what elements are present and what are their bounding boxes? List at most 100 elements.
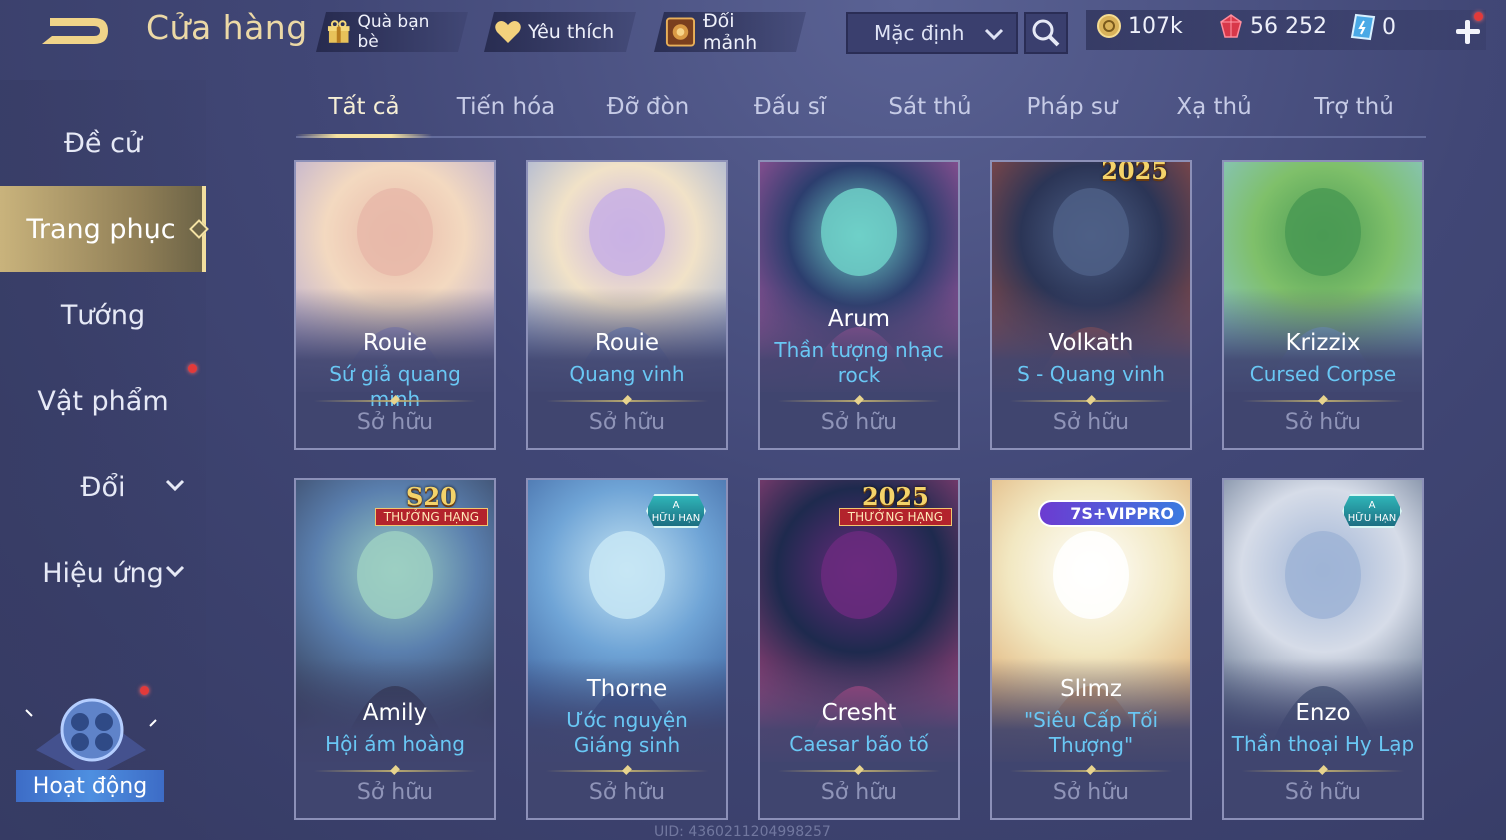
sidebar-item-items[interactable]: Vật phẩm (0, 358, 206, 444)
sidebar-item-recommended[interactable]: Đề cử (0, 100, 206, 186)
sidebar-item-heroes[interactable]: Tướng (0, 272, 206, 358)
skin-name: Thần tượng nhạc rock (774, 338, 944, 387)
sidebar-item-label: Đề cử (63, 127, 143, 159)
card-divider (546, 770, 708, 772)
gold-coin-icon (1097, 14, 1121, 38)
gold-amount: 107k (1128, 13, 1183, 39)
skin-name: "Siêu Cấp Tối Thượng" (1023, 708, 1159, 757)
badge-grade: A (1368, 500, 1376, 511)
card-divider (1010, 400, 1172, 402)
tab-support[interactable]: Trợ thủ (1286, 94, 1422, 138)
gem-currency: 56 252 (1218, 13, 1327, 39)
hero-name: Slimz (1060, 676, 1122, 702)
gift-icon (326, 19, 351, 45)
skin-card[interactable]: Rouie Quang vinh Sở hữu (526, 160, 728, 450)
currency-bar: 107k 56 252 0 (1086, 10, 1486, 50)
owned-status: Sở hữu (356, 410, 434, 435)
skin-name: Cursed Corpse (1249, 362, 1397, 386)
chevron-down-icon (165, 479, 185, 492)
owned-status: Sở hữu (1052, 780, 1130, 805)
season-badge: S20 THƯỞNG HẠNG (374, 484, 488, 526)
limited-badge: A HỮU HẠN (646, 494, 706, 528)
activity-button[interactable]: Hoạt động (16, 686, 166, 808)
voucher-currency: 0 (1350, 13, 1396, 41)
tab-label: Xạ thủ (1176, 94, 1252, 120)
category-tabs: Tất cả Tiến hóa Đỡ đòn Đấu sĩ Sát thủ Ph… (296, 86, 1426, 138)
friend-gift-label: Quà bạn bè (357, 12, 430, 52)
sort-value: Mặc định (874, 21, 965, 45)
tab-label: Đỡ đòn (606, 94, 690, 120)
search-button[interactable] (1024, 12, 1068, 54)
tab-label: Đấu sĩ (753, 94, 827, 120)
tab-label: Tất cả (328, 94, 400, 120)
sidebar-item-effects[interactable]: Hiệu ứng (0, 530, 206, 616)
season-badge: 2025 THƯỞNG HẠNG (838, 482, 952, 526)
hero-name: Rouie (362, 330, 428, 356)
tab-label: Tiến hóa (456, 94, 556, 120)
vip-badge-pill: 7S+VIPPRO (1038, 500, 1186, 527)
tab-label: Pháp sư (1026, 94, 1118, 120)
owned-status: Sở hữu (588, 780, 666, 805)
hero-name: Rouie (594, 330, 660, 356)
skin-card[interactable]: Enzo Thần thoại Hy Lạp Sở hữu A HỮU HẠN (1222, 478, 1424, 820)
back-arrow-icon[interactable] (36, 12, 112, 50)
skin-card[interactable]: Thorne Ước nguyện Giáng sinh Sở hữu A HỮU HẠ… (526, 478, 728, 820)
tab-all[interactable]: Tất cả (296, 94, 432, 138)
tab-mage[interactable]: Pháp sư (1004, 94, 1140, 138)
gold-currency: 107k (1096, 13, 1183, 39)
hero-name: Thorne (586, 676, 668, 702)
badge-grade: A (672, 500, 680, 511)
sidebar-item-label: Đổi (80, 471, 126, 503)
active-diamond-icon (189, 219, 209, 239)
skin-card[interactable]: Arum Thần tượng nhạc rock Sở hữu (758, 160, 960, 450)
sidebar-item-label: Trang phục (26, 213, 176, 245)
sidebar-item-exchange[interactable]: Đổi (0, 444, 206, 530)
page-title: Cửa hàng (146, 8, 308, 47)
skin-card[interactable]: Amily Hội ám hoàng Sở hữu S20 THƯỞNG HẠNG (294, 478, 496, 820)
skin-name: Thần thoại Hy Lạp (1231, 732, 1415, 756)
hero-name: Krizzix (1285, 330, 1361, 356)
skin-card[interactable]: Krizzix Cursed Corpse Sở hữu (1222, 160, 1424, 450)
skin-card[interactable]: Volkath S - Quang vinh Sở hữu 2025 (990, 160, 1192, 450)
skin-name: Ước nguyện Giáng sinh (566, 708, 688, 757)
tab-fighter[interactable]: Đấu sĩ (722, 94, 858, 138)
active-tab-underline (296, 134, 432, 138)
activity-orb-icon (25, 698, 157, 778)
limited-badge-icon: A HỮU HẠN (1342, 494, 1402, 528)
badge-year: 2025 (1101, 160, 1168, 185)
skin-name: S - Quang vinh (1017, 362, 1165, 386)
notification-dot (1474, 12, 1483, 21)
fragment-exchange-button[interactable]: Đổi mảnh (654, 12, 806, 52)
badge-ribbon: THƯỞNG HẠNG (838, 508, 952, 526)
owned-status: Sở hữu (588, 410, 666, 435)
badge-year: 2025 (862, 482, 929, 511)
card-divider (314, 400, 476, 402)
sort-dropdown[interactable]: Mặc định (846, 12, 1018, 54)
owned-status: Sở hữu (820, 410, 898, 435)
hero-name: Arum (827, 306, 891, 332)
tab-assassin[interactable]: Sát thủ (862, 94, 998, 138)
badge-ribbon: THƯỞNG HẠNG (374, 508, 488, 526)
gem-amount: 56 252 (1250, 13, 1327, 39)
notification-dot (140, 686, 149, 695)
tab-label: Sát thủ (888, 94, 972, 120)
card-divider (314, 770, 476, 772)
tab-tank[interactable]: Đỡ đòn (580, 94, 716, 138)
favorites-button[interactable]: Yêu thích (484, 12, 636, 52)
hero-name: Cresht (821, 700, 897, 726)
skin-card[interactable]: Cresht Caesar bão tố Sở hữu 2025 THƯỞNG HẠNG (758, 478, 960, 820)
card-divider (778, 400, 940, 402)
heart-icon (494, 19, 522, 45)
badge-text: 7S+VIPPRO (1070, 504, 1174, 523)
skin-card[interactable]: Slimz "Siêu Cấp Tối Thượng" Sở hữu 7S+VIPPR… (990, 478, 1192, 820)
friend-gift-button[interactable]: Quà bạn bè (316, 12, 468, 52)
activity-label: Hoạt động (16, 770, 164, 802)
skin-card[interactable]: Rouie Sứ giả quang minhSở hữu (294, 160, 496, 450)
sidebar-item-skins[interactable]: Trang phục (0, 186, 209, 272)
tab-evolution[interactable]: Tiến hóa (438, 94, 574, 138)
hero-name: Amily (362, 700, 428, 726)
tab-marksman[interactable]: Xạ thủ (1146, 94, 1282, 138)
player-uid: UID: 4360211204998257 (654, 824, 831, 840)
skin-name: Quang vinh (569, 362, 685, 386)
card-divider (1242, 400, 1404, 402)
